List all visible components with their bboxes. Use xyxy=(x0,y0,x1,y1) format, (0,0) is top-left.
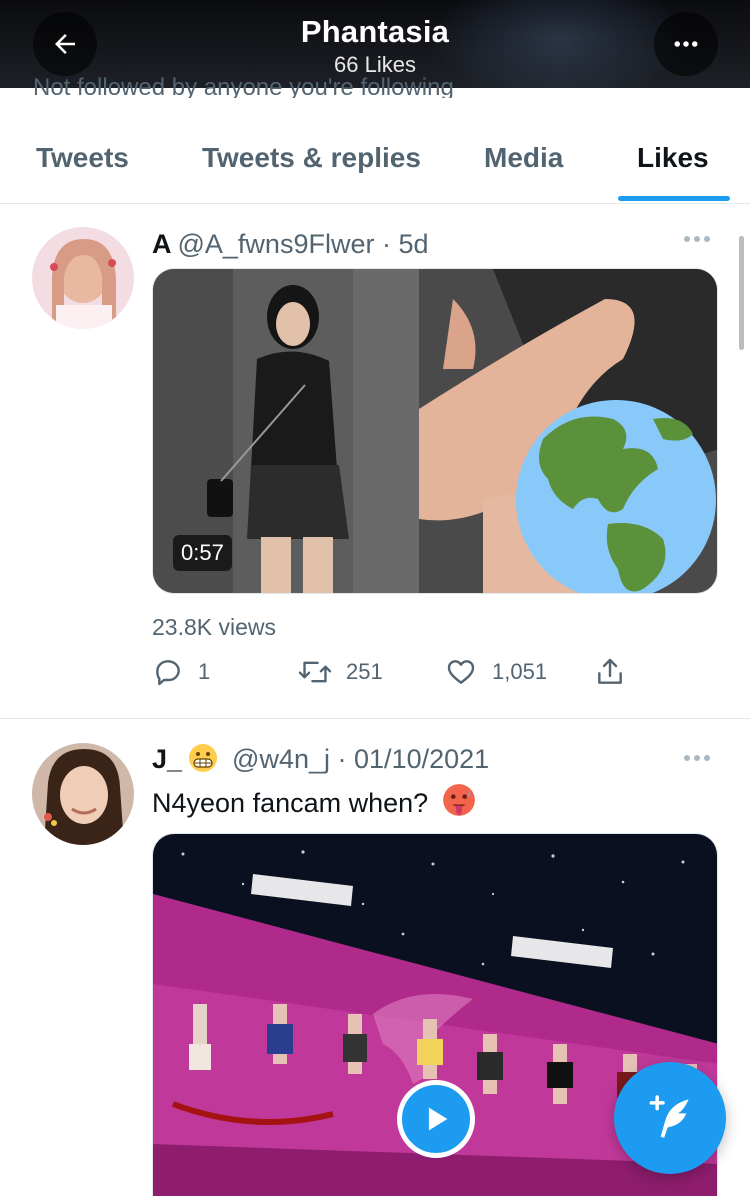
retweet-icon xyxy=(298,661,332,683)
video-thumbnail xyxy=(153,269,717,593)
avatar[interactable] xyxy=(32,227,134,329)
tweet-text: N4yeon fancam when? xyxy=(152,783,475,819)
play-button[interactable] xyxy=(397,1080,475,1158)
author-name[interactable]: J_ xyxy=(152,744,182,774)
scrollbar[interactable] xyxy=(739,236,744,350)
share-icon xyxy=(598,658,622,684)
compose-tweet-button[interactable] xyxy=(614,1062,726,1174)
heart-icon xyxy=(447,660,475,684)
tweet-header: A @A_fwns9Flwer · 5d xyxy=(152,229,429,259)
profile-tabs: Tweets Tweets & replies Media Likes xyxy=(0,112,750,204)
video-duration: 0:57 xyxy=(173,535,232,571)
reply-count: 1 xyxy=(198,659,211,684)
tweet-actions: 1 251 1,051 xyxy=(152,656,632,696)
more-button[interactable] xyxy=(654,12,718,76)
view-count: 23.8K views xyxy=(152,614,277,640)
tweet-time[interactable]: 5d xyxy=(398,229,428,259)
hot-face-icon xyxy=(442,783,475,816)
tweet-more-icon[interactable] xyxy=(684,236,710,242)
tab-media[interactable]: Media xyxy=(484,142,563,174)
like-button[interactable]: 1,051 xyxy=(444,656,547,688)
tab-tweets[interactable]: Tweets xyxy=(36,142,129,174)
more-horizontal-icon xyxy=(674,41,698,47)
retweet-count: 251 xyxy=(346,659,383,684)
followers-you-know-text: Not followed by anyone you're following xyxy=(33,74,454,98)
tweet-time[interactable]: 01/10/2021 xyxy=(354,744,489,774)
author-handle[interactable]: @A_fwns9Flwer xyxy=(178,229,375,259)
globe-americas-icon xyxy=(516,400,716,593)
reply-button[interactable]: 1 xyxy=(152,656,210,688)
tab-likes[interactable]: Likes xyxy=(637,142,709,174)
tweet-video[interactable]: 0:57 xyxy=(152,268,718,594)
retweet-button[interactable]: 251 xyxy=(298,656,383,688)
active-tab-indicator xyxy=(618,196,730,201)
like-count: 1,051 xyxy=(492,659,548,684)
page-title: Phantasia xyxy=(300,14,450,49)
play-icon xyxy=(428,1107,448,1131)
author-name[interactable]: A xyxy=(152,229,172,259)
tab-tweets-and-replies[interactable]: Tweets & replies xyxy=(202,142,421,174)
reply-icon xyxy=(156,660,180,686)
share-button[interactable] xyxy=(594,656,626,688)
tweet-header: J_ @w4n_j · 01/10/2021 xyxy=(152,743,490,774)
author-handle[interactable]: @w4n_j xyxy=(232,744,330,774)
tweet-more-icon[interactable] xyxy=(684,755,710,761)
avatar[interactable] xyxy=(32,743,134,845)
feather-plus-icon xyxy=(649,1095,689,1138)
tweet-card[interactable]: A @A_fwns9Flwer · 5d 0:57 23.8K views 1 … xyxy=(0,204,750,719)
grimacing-face-icon xyxy=(188,743,218,773)
